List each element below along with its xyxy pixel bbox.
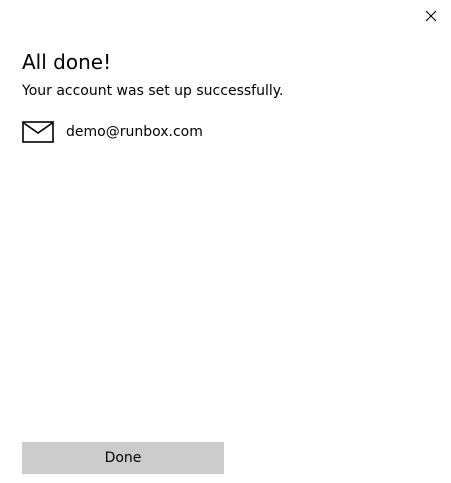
dialog-title: All done! <box>22 50 112 74</box>
done-button[interactable]: Done <box>22 442 224 474</box>
close-button[interactable] <box>419 4 443 28</box>
dialog-subtitle: Your account was set up successfully. <box>22 83 284 99</box>
close-icon <box>425 10 437 22</box>
account-row: demo@runbox.com <box>22 121 203 143</box>
account-setup-dialog: All done! Your account was set up succes… <box>0 0 451 483</box>
mail-icon <box>22 121 54 143</box>
account-email: demo@runbox.com <box>66 124 203 140</box>
